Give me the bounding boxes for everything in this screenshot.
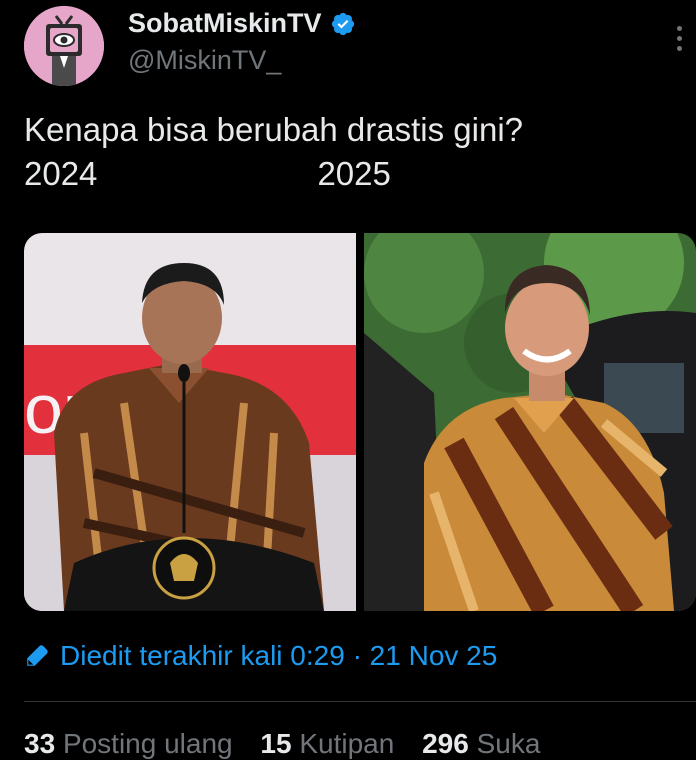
reposts-stat[interactable]: 33 Posting ulang <box>24 728 243 759</box>
edit-info-text[interactable]: Diedit terakhir kali 0:29 · 21 Nov 25 <box>60 640 497 672</box>
photo-2025[interactable] <box>364 233 696 611</box>
verified-badge-icon <box>331 12 354 35</box>
avatar[interactable] <box>24 6 104 86</box>
author-display-name[interactable]: SobatMiskinTV <box>128 8 322 39</box>
tweet-text: Kenapa bisa berubah drastis gini? 2024 2… <box>24 111 524 192</box>
photo-2024[interactable]: oruari 2 <box>24 233 356 611</box>
engagement-stats: 33 Posting ulang 15 Kutipan 296 Suka <box>24 728 560 760</box>
more-options-icon[interactable] <box>676 26 682 51</box>
pencil-icon <box>27 645 48 666</box>
likes-stat[interactable]: 296 Suka <box>422 728 550 759</box>
author-name-row[interactable]: SobatMiskinTV <box>128 8 356 39</box>
tv-eye-icon <box>24 6 104 86</box>
edit-history-link[interactable]: Diedit terakhir kali 0:29 · 21 Nov 25 <box>24 640 497 672</box>
author-handle[interactable]: @MiskinTV_ <box>128 45 281 76</box>
quotes-stat[interactable]: 15 Kutipan <box>260 728 404 759</box>
tweet-media[interactable]: oruari 2 <box>24 233 696 611</box>
divider <box>24 701 696 702</box>
